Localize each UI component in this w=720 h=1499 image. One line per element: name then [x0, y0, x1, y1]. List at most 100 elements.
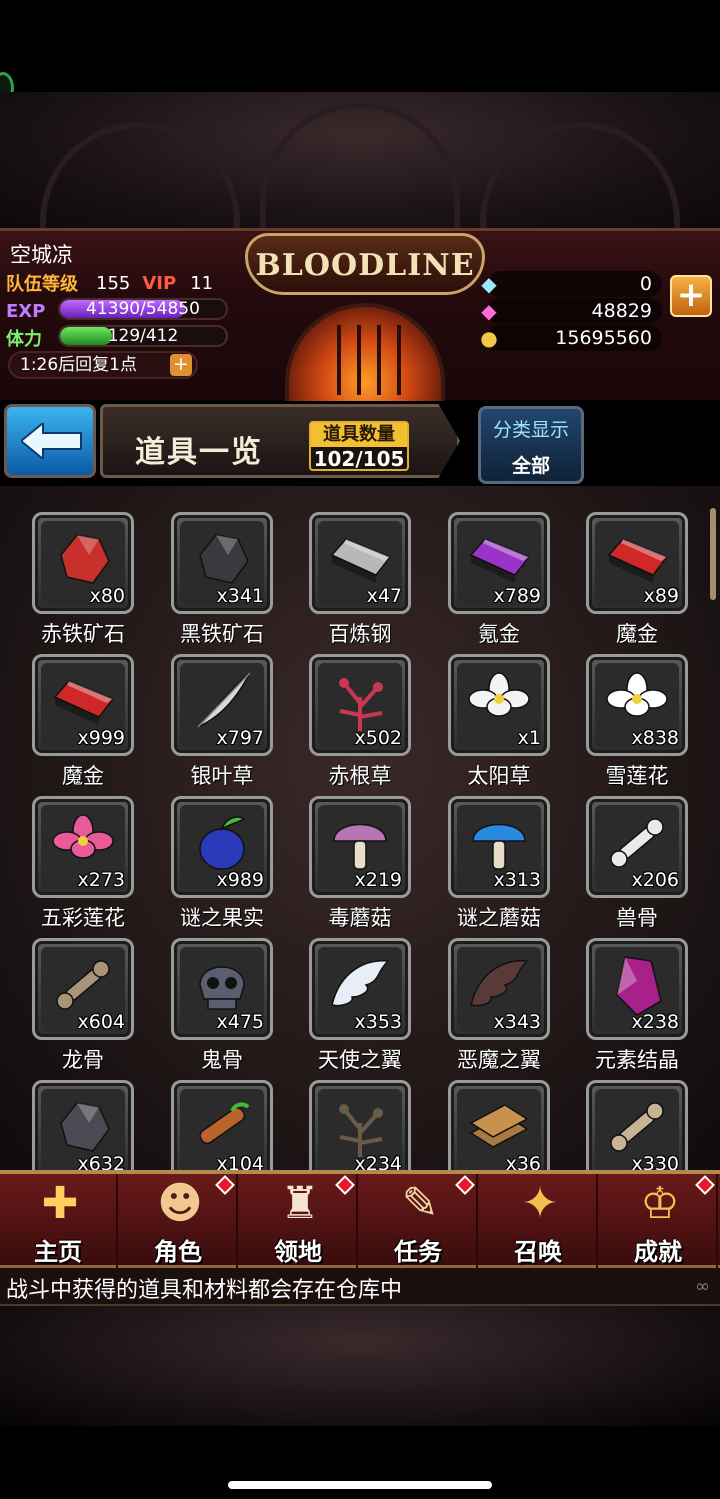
item-frame: x502: [309, 654, 411, 756]
skull-icon: [199, 966, 245, 1010]
nav-tab-4[interactable]: ✦ 召唤: [480, 1174, 598, 1268]
item-frame: x47: [309, 512, 411, 614]
item-frame: x234: [309, 1080, 411, 1170]
item-frame: x238: [586, 938, 688, 1040]
bone-icon: [610, 818, 664, 868]
item-frame: x838: [586, 654, 688, 756]
item-slot[interactable]: x343 恶魔之翼: [444, 938, 554, 1078]
team-level-row: 队伍等级 155 VIP 11: [6, 271, 236, 296]
title-plate: 道具一览 道具数量 102/105: [100, 404, 460, 478]
item-name: 氪金: [478, 622, 520, 646]
angel-wing-icon: [331, 960, 390, 1007]
item-slot[interactable]: x789 氪金: [444, 512, 554, 652]
game-logo-area: BLOODLINE: [225, 225, 505, 401]
item-frame: x206: [586, 796, 688, 898]
silver-leaf-icon: [197, 672, 251, 728]
item-quantity: x234: [354, 1153, 402, 1170]
item-slot[interactable]: x238 元素结晶: [582, 938, 692, 1078]
item-frame: x999: [32, 654, 134, 756]
item-name: 恶魔之翼: [457, 1048, 541, 1072]
item-slot[interactable]: x353 天使之翼: [305, 938, 415, 1078]
stamina-recover-timer: 1:26后回复1点 +: [8, 351, 198, 379]
home-indicator[interactable]: [228, 1481, 492, 1489]
item-quantity: x502: [354, 727, 402, 749]
team-level-label: 队伍等级: [6, 274, 78, 295]
item-slot[interactable]: x219 毒蘑菇: [305, 796, 415, 936]
item-quantity: x341: [216, 585, 264, 607]
notification-badge-icon: [335, 1175, 355, 1195]
nav-tab-0[interactable]: ✚ 主页: [0, 1174, 118, 1268]
vip-label: VIP: [142, 272, 177, 294]
item-name: 兽骨: [616, 906, 658, 930]
item-name: 黑铁矿石: [180, 622, 264, 646]
item-slot[interactable]: x341 黑铁矿石: [167, 512, 277, 652]
item-slot[interactable]: x47 百炼钢: [305, 512, 415, 652]
gem-resource: ◆ 48829: [481, 298, 662, 324]
item-slot[interactable]: x273 五彩莲花: [28, 796, 138, 936]
item-slot[interactable]: x313 谜之蘑菇: [444, 796, 554, 936]
item-frame: x330: [586, 1080, 688, 1170]
item-slot[interactable]: x838 雪莲花: [582, 654, 692, 794]
gold-resource: ● 15695560: [480, 325, 662, 351]
item-slot[interactable]: x80 赤铁矿石: [28, 512, 138, 652]
stamina-value: 129/412: [107, 326, 179, 346]
nav-tab-5[interactable]: ♔ 成就: [600, 1174, 718, 1268]
nav-tab-2[interactable]: ♜ 领地: [240, 1174, 358, 1268]
item-slot[interactable]: x632: [28, 1080, 138, 1170]
item-frame: x104: [171, 1080, 273, 1170]
castle-icon: ♜: [280, 1178, 320, 1229]
item-slot[interactable]: x475 鬼骨: [167, 938, 277, 1078]
stamina-label: 体力: [6, 329, 42, 350]
ornament-icon: ∞: [695, 1276, 710, 1297]
nav-label: 任务: [394, 1238, 442, 1266]
item-quantity: x632: [77, 1153, 125, 1170]
item-slot[interactable]: x206 兽骨: [582, 796, 692, 936]
item-quantity: x36: [505, 1153, 541, 1170]
item-name: 鬼骨: [201, 1048, 243, 1072]
item-slot[interactable]: x234: [305, 1080, 415, 1170]
notification-badge-icon: [215, 1175, 235, 1195]
item-slot[interactable]: x1 太阳草: [444, 654, 554, 794]
item-count-value: 102/105: [313, 447, 405, 471]
exp-label: EXP: [6, 300, 46, 322]
item-slot[interactable]: x89 魔金: [582, 512, 692, 652]
stamina-plus-button[interactable]: +: [170, 354, 192, 376]
dragon-bone-icon: [56, 960, 110, 1010]
add-currency-button[interactable]: +: [670, 275, 712, 317]
rainbow-lotus-icon: [52, 814, 114, 859]
red-ore-icon: [60, 534, 110, 584]
red-ingot-icon: [607, 538, 669, 583]
nav-tab-1[interactable]: ☻ 角色: [120, 1174, 238, 1268]
item-frame: x797: [171, 654, 273, 756]
item-quantity: x343: [493, 1011, 541, 1033]
item-quantity: x989: [216, 869, 264, 891]
item-quantity: x353: [354, 1011, 402, 1033]
item-quantity: x330: [631, 1153, 679, 1170]
item-slot[interactable]: x989 谜之果实: [167, 796, 277, 936]
tip-bar: 战斗中获得的道具和材料都会存在仓库中 ∞: [0, 1268, 720, 1306]
item-slot[interactable]: x36: [444, 1080, 554, 1170]
gold-value: 15695560: [555, 327, 652, 349]
item-slot[interactable]: x104: [167, 1080, 277, 1170]
item-name: 银叶草: [190, 764, 254, 788]
item-name: 魔金: [62, 764, 104, 788]
trophy-icon: ♔: [640, 1178, 680, 1229]
item-slot[interactable]: x999 魔金: [28, 654, 138, 794]
item-slot[interactable]: x502 赤根草: [305, 654, 415, 794]
item-frame: x343: [448, 938, 550, 1040]
nav-tab-3[interactable]: ✎ 任务: [360, 1174, 478, 1268]
item-quantity: x219: [354, 869, 402, 891]
item-quantity: x604: [77, 1011, 125, 1033]
item-name: 天使之翼: [318, 1048, 402, 1072]
grid-scrollbar[interactable]: [710, 508, 716, 600]
logo-banner: BLOODLINE: [245, 233, 485, 295]
back-button[interactable]: [4, 404, 96, 478]
category-filter-button[interactable]: 分类显示 全部: [478, 406, 584, 484]
crystal-icon: ◆: [481, 272, 497, 296]
category-label: 分类显示: [492, 419, 569, 441]
item-slot[interactable]: x797 银叶草: [167, 654, 277, 794]
item-slot[interactable]: x604 龙骨: [28, 938, 138, 1078]
item-frame: x341: [171, 512, 273, 614]
steel-ingot-icon: [330, 538, 392, 583]
item-slot[interactable]: x330: [582, 1080, 692, 1170]
